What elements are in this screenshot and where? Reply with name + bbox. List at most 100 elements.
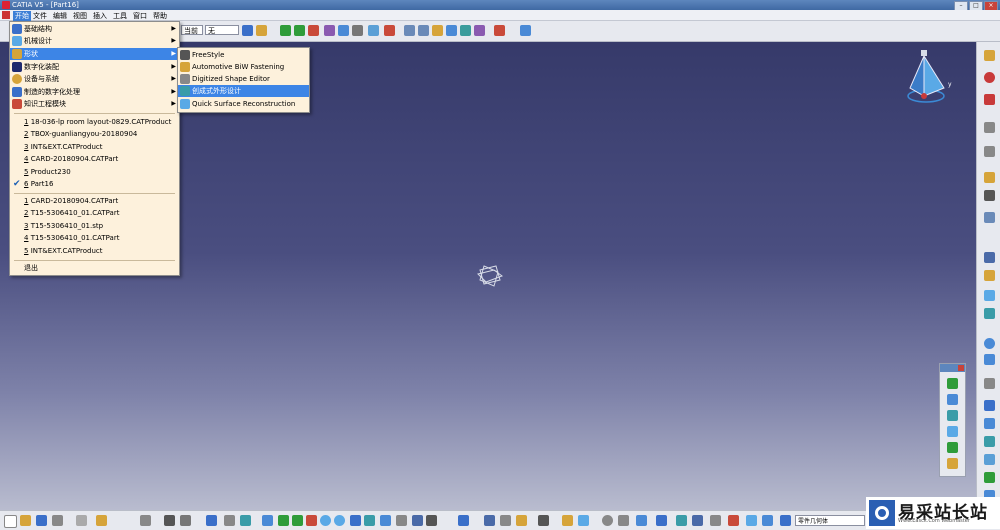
fly-icon[interactable] — [224, 515, 235, 526]
properties-icon[interactable] — [206, 515, 217, 526]
app-menu-icon[interactable] — [2, 11, 10, 19]
join-icon[interactable] — [984, 472, 995, 483]
filter-icon[interactable] — [618, 515, 629, 526]
anchor-icon[interactable] — [516, 515, 527, 526]
cut-icon[interactable] — [76, 515, 87, 526]
submenu-item-freestyle[interactable]: FreeStyle — [178, 49, 309, 61]
material-icon[interactable] — [578, 515, 589, 526]
zoom-in-icon[interactable] — [306, 515, 317, 526]
scale-icon[interactable] — [947, 458, 958, 469]
menu-view[interactable]: 视图 — [73, 11, 87, 21]
connect-icon[interactable] — [692, 515, 703, 526]
sketch-icon[interactable] — [460, 25, 471, 36]
menu-edit[interactable]: 编辑 — [53, 11, 67, 21]
menu-item-knowledgeware[interactable]: 知识工程模块 ▶ — [10, 98, 179, 110]
zoom-out-icon[interactable] — [320, 515, 331, 526]
points-icon[interactable] — [984, 190, 995, 201]
formula-icon[interactable] — [432, 25, 443, 36]
revolve-icon[interactable] — [984, 308, 995, 319]
new-icon[interactable] — [4, 515, 17, 528]
submenu-item-biw-fastening[interactable]: Automotive BiW Fastening — [178, 61, 309, 73]
select-icon[interactable] — [984, 172, 995, 183]
walk-icon[interactable] — [240, 515, 251, 526]
rotate-icon[interactable] — [294, 25, 305, 36]
measure-icon[interactable] — [324, 25, 335, 36]
surface-icon[interactable] — [984, 270, 995, 281]
floating-toolbar-close-icon[interactable] — [958, 365, 964, 371]
grid-icon[interactable] — [352, 25, 363, 36]
recent-file-3[interactable]: 3 INT&EXT.CATProduct — [10, 141, 179, 153]
constraint-icon[interactable] — [500, 515, 511, 526]
pan-view-icon[interactable] — [278, 515, 289, 526]
fillet-icon[interactable] — [947, 410, 958, 421]
save-icon[interactable] — [984, 94, 995, 105]
analysis-icon[interactable] — [384, 25, 395, 36]
comment-icon[interactable] — [180, 515, 191, 526]
line-icon[interactable] — [984, 252, 995, 263]
menu-item-exit[interactable]: 退出 — [10, 262, 179, 274]
fill-icon[interactable] — [984, 400, 995, 411]
circle-icon[interactable] — [984, 338, 995, 349]
offset-icon[interactable] — [984, 454, 995, 465]
sketch-tools-icon[interactable] — [458, 515, 469, 526]
open-icon[interactable] — [20, 515, 31, 526]
recent-file-2[interactable]: 2 TBOX-guanliangyou-20180904 — [10, 128, 179, 140]
paste-icon[interactable] — [96, 515, 107, 526]
stop-icon[interactable] — [984, 72, 995, 83]
filter-combo[interactable]: 无 — [205, 25, 239, 35]
recent-doc-4[interactable]: 4 T15-5306410_01.CATPart — [10, 232, 179, 244]
hide-show-icon[interactable] — [396, 515, 407, 526]
submenu-item-quick-surface-reconstruction[interactable]: Quick Surface Reconstruction — [178, 98, 309, 110]
menu-item-digital-manufacturing[interactable]: 制造的数字化处理 ▶ — [10, 86, 179, 98]
recent-doc-3[interactable]: 3 T15-5306410_01.stp — [10, 220, 179, 232]
menu-file[interactable]: 文件 — [33, 11, 47, 21]
menu-item-equipment-systems[interactable]: 设备与系统 ▶ — [10, 73, 179, 85]
rotate-view-icon[interactable] — [292, 515, 303, 526]
paint-icon[interactable] — [242, 25, 253, 36]
recent-doc-2[interactable]: 2 T15-5306410_01.CATPart — [10, 207, 179, 219]
sweep-icon[interactable] — [984, 418, 995, 429]
pan-icon[interactable] — [280, 25, 291, 36]
save-file-icon[interactable] — [36, 515, 47, 526]
spline-icon[interactable] — [984, 354, 995, 365]
blend-icon[interactable] — [984, 436, 995, 447]
grid-view-icon[interactable] — [636, 515, 647, 526]
recent-file-5[interactable]: 5 Product230 — [10, 166, 179, 178]
menu-insert[interactable]: 插入 — [93, 11, 107, 21]
menu-window[interactable]: 窗口 — [133, 11, 147, 21]
trim-icon[interactable] — [947, 426, 958, 437]
work-object-icon[interactable] — [780, 515, 791, 526]
view-mode-icon[interactable] — [426, 515, 437, 526]
formula-f-icon[interactable] — [164, 515, 175, 526]
plane-icon[interactable] — [984, 212, 995, 223]
recent-file-1[interactable]: 1 18-036-lp room layout-0829.CATProduct — [10, 116, 179, 128]
fit-all-icon[interactable] — [262, 515, 273, 526]
compass-widget[interactable]: y — [900, 48, 960, 110]
extrude-icon[interactable] — [984, 290, 995, 301]
layer-icon[interactable] — [562, 515, 573, 526]
axis-icon[interactable] — [368, 25, 379, 36]
submenu-item-digitized-shape-editor[interactable]: Digitized Shape Editor — [178, 73, 309, 85]
table-icon[interactable] — [446, 25, 457, 36]
compass-icon[interactable] — [308, 25, 319, 36]
surface-analysis-icon[interactable] — [676, 515, 687, 526]
menu-item-digital-mockup[interactable]: 数字化装配 ▶ — [10, 61, 179, 73]
iso-view-icon[interactable] — [364, 515, 375, 526]
body-icon[interactable] — [762, 515, 773, 526]
translate-icon[interactable] — [947, 442, 958, 453]
update-icon[interactable] — [520, 25, 531, 36]
menu-help[interactable]: 帮助 — [153, 11, 167, 21]
menu-tools[interactable]: 工具 — [113, 11, 127, 21]
pattern-icon[interactable] — [984, 122, 995, 133]
menu-item-mechanical-design[interactable]: 机械设计 ▶ — [10, 35, 179, 47]
tree-icon[interactable] — [984, 50, 995, 61]
tools-icon[interactable] — [418, 25, 429, 36]
normal-view-icon[interactable] — [334, 515, 345, 526]
submenu-item-generative-shape-design[interactable]: 创成式外形设计 — [178, 85, 309, 97]
snap-icon[interactable] — [338, 25, 349, 36]
symbol-icon[interactable] — [746, 515, 757, 526]
current-body-field[interactable]: 零件几何体 — [795, 515, 865, 526]
recent-doc-1[interactable]: 1 CARD-20180904.CATPart — [10, 195, 179, 207]
layer-combo[interactable]: 当前 — [181, 25, 203, 35]
menu-item-shape[interactable]: 形状 ▶ — [10, 48, 179, 60]
